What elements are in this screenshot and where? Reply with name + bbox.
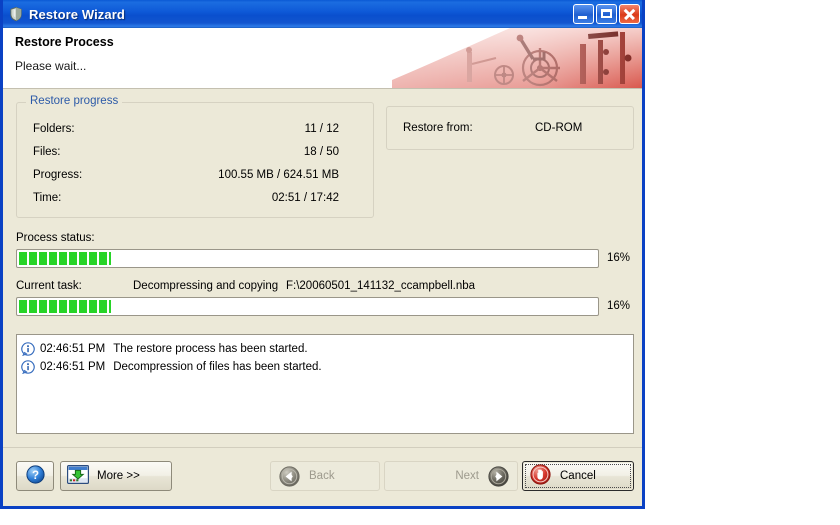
maximize-button[interactable]: [596, 4, 617, 24]
close-button[interactable]: [619, 4, 640, 24]
list-item: 02:46:51 PM Decompression of files has b…: [21, 358, 629, 376]
info-icon: [21, 342, 35, 356]
time-label: Time:: [33, 192, 61, 204]
progress-fill: [19, 300, 111, 313]
more-button[interactable]: More >>: [60, 461, 172, 491]
info-icon: [21, 360, 35, 374]
log-message: Decompression of files has been started.: [113, 361, 321, 373]
title-bar[interactable]: Restore Wizard: [3, 0, 642, 28]
current-task-action: Decompressing and copying: [133, 280, 278, 292]
more-button-label: More >>: [97, 470, 140, 482]
restore-wizard-window: Restore Wizard Restore Process Please wa…: [0, 0, 645, 509]
minimize-button[interactable]: [573, 4, 594, 24]
log-message: The restore process has been started.: [113, 343, 307, 355]
wizard-header: Restore Process Please wait...: [3, 28, 642, 89]
restore-progress-legend: Restore progress: [26, 95, 122, 107]
log-time: 02:46:51 PM: [40, 343, 105, 355]
right-arrow-icon: [488, 466, 509, 487]
current-task-label: Current task:: [16, 280, 82, 292]
files-value: 18 / 50: [304, 146, 339, 158]
restore-source-group: Restore from: CD-ROM: [386, 106, 634, 150]
current-task-percent: 16%: [607, 300, 630, 312]
log-panel[interactable]: 02:46:51 PM The restore process has been…: [16, 334, 634, 434]
cancel-button[interactable]: Cancel: [522, 461, 634, 491]
restore-from-value: CD-ROM: [535, 122, 582, 134]
folders-value: 11 / 12: [305, 123, 339, 135]
question-mark-icon: ?: [26, 465, 45, 487]
back-button-label: Back: [309, 470, 335, 482]
header-text-block: Restore Process Please wait...: [15, 35, 114, 73]
current-task-progressbar: [16, 297, 599, 316]
help-button[interactable]: ?: [16, 461, 54, 491]
svg-text:?: ?: [31, 470, 38, 482]
shield-icon: [8, 6, 24, 22]
next-button[interactable]: Next: [384, 461, 518, 491]
vault-door-banner-image: [392, 28, 642, 88]
process-status-progressbar: [16, 249, 599, 268]
progress-label: Progress:: [33, 169, 82, 181]
log-time: 02:46:51 PM: [40, 361, 105, 373]
restore-from-label: Restore from:: [403, 122, 473, 134]
left-arrow-icon: [279, 466, 300, 487]
page-title: Restore Process: [15, 35, 114, 49]
process-status-label: Process status:: [16, 232, 95, 244]
next-button-label: Next: [455, 470, 479, 482]
list-item: 02:46:51 PM The restore process has been…: [21, 340, 629, 358]
process-status-percent: 16%: [607, 252, 630, 264]
page-subtitle: Please wait...: [15, 59, 114, 73]
files-label: Files:: [33, 146, 60, 158]
progress-fill: [19, 252, 111, 265]
back-button[interactable]: Back: [270, 461, 380, 491]
button-bar: ? More >>: [3, 447, 642, 506]
current-task-file: F:\20060501_141132_ccampbell.nba: [286, 280, 475, 292]
window-title: Restore Wizard: [29, 7, 571, 22]
time-value: 02:51 / 17:42: [272, 192, 339, 204]
progress-value: 100.55 MB / 624.51 MB: [218, 169, 339, 181]
cancel-button-label: Cancel: [560, 470, 596, 482]
restore-progress-group: Restore progress Folders: 11 / 12 Files:…: [16, 102, 374, 218]
folders-label: Folders:: [33, 123, 75, 135]
wizard-body: Restore progress Folders: 11 / 12 Files:…: [3, 89, 642, 506]
window-download-icon: [67, 465, 89, 487]
stop-hand-icon: [530, 464, 551, 488]
